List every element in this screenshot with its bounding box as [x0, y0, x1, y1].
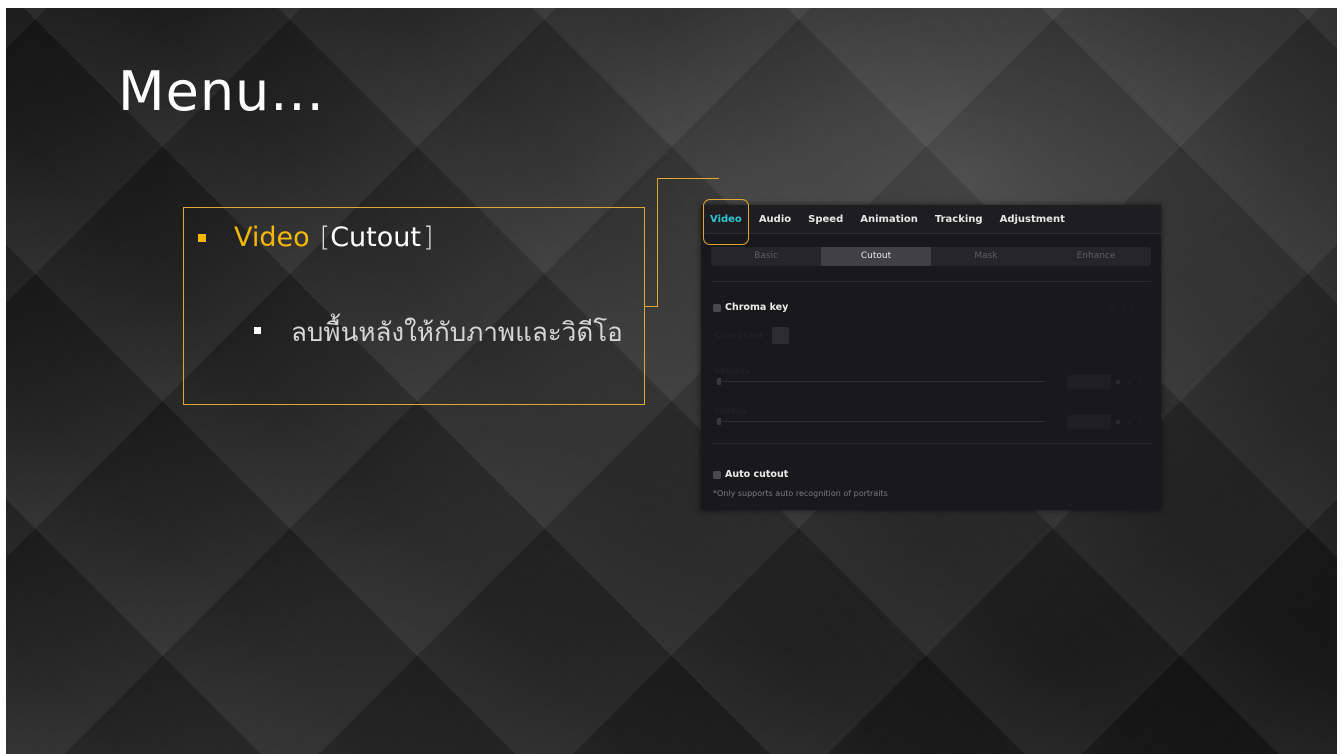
- tab-speed[interactable]: Speed: [808, 214, 843, 225]
- auto-cutout-label: Auto cutout: [725, 469, 789, 480]
- subtab-cutout[interactable]: Cutout: [821, 247, 931, 266]
- chroma-key-row[interactable]: Chroma key: [713, 302, 788, 313]
- chroma-key-checkbox[interactable]: [713, 303, 721, 312]
- slide-title: Menu...: [118, 60, 325, 123]
- sub-bullet-square-icon: [254, 327, 261, 334]
- shadow-slider[interactable]: [719, 421, 1045, 422]
- video-tab-highlight: [703, 199, 749, 245]
- color-picker-label: Color picker: [715, 331, 763, 340]
- keyframe-icon[interactable]: ◇ ‹ ›: [1109, 302, 1137, 311]
- tab-audio[interactable]: Audio: [759, 214, 791, 225]
- connector-line: [657, 178, 658, 307]
- panel-tab-bar: Video Audio Speed Animation Tracking Adj…: [701, 205, 1161, 234]
- bullet-video-text: Video: [234, 222, 310, 253]
- bullet-square-icon: [198, 233, 206, 242]
- divider: [711, 443, 1151, 444]
- shadow-label: Shadow: [715, 407, 747, 416]
- divider: [711, 281, 1151, 282]
- tab-animation[interactable]: Animation: [860, 214, 918, 225]
- intensity-slider[interactable]: [719, 381, 1045, 382]
- subtab-mask[interactable]: Mask: [931, 247, 1041, 266]
- auto-cutout-note: *Only supports auto recognition of portr…: [713, 489, 888, 498]
- subtab-enhance[interactable]: Enhance: [1041, 247, 1151, 266]
- tab-adjustment[interactable]: Adjustment: [1000, 214, 1065, 225]
- stepper-icon[interactable]: ◆ ‹ ›: [1115, 377, 1143, 386]
- callout-box: Video [ Cutout ] ลบพื้นหลังให้กับภาพและว…: [183, 207, 645, 405]
- bracket-open: [: [319, 222, 331, 253]
- subtab-bar: Basic Cutout Mask Enhance: [711, 247, 1151, 266]
- subtab-basic[interactable]: Basic: [711, 247, 821, 266]
- bullet-video-cutout: Video [ Cutout ]: [198, 222, 434, 253]
- intensity-value-field[interactable]: [1067, 375, 1111, 389]
- auto-cutout-row[interactable]: Auto cutout: [713, 469, 788, 480]
- video-settings-panel: Video Audio Speed Animation Tracking Adj…: [701, 199, 1161, 510]
- auto-cutout-checkbox[interactable]: [713, 470, 721, 479]
- sub-bullet: ลบพื้นหลังให้กับภาพและวิดีโอ: [254, 314, 631, 352]
- slide: Menu... Video [ Cutout ] ลบพื้นหลังให้กั…: [6, 8, 1337, 754]
- tab-tracking[interactable]: Tracking: [935, 214, 983, 225]
- shadow-value-field[interactable]: [1067, 415, 1111, 429]
- color-picker-swatch[interactable]: [772, 327, 789, 344]
- stepper-icon[interactable]: ◆ ‹ ›: [1115, 417, 1143, 426]
- connector-line: [657, 178, 719, 179]
- bullet-cutout-text: Cutout: [330, 222, 421, 253]
- intensity-label: Intensity: [715, 367, 750, 376]
- chroma-key-label: Chroma key: [725, 302, 789, 313]
- bracket-close: ]: [422, 222, 434, 253]
- sub-bullet-text: ลบพื้นหลังให้กับภาพและวิดีโอ: [291, 318, 623, 348]
